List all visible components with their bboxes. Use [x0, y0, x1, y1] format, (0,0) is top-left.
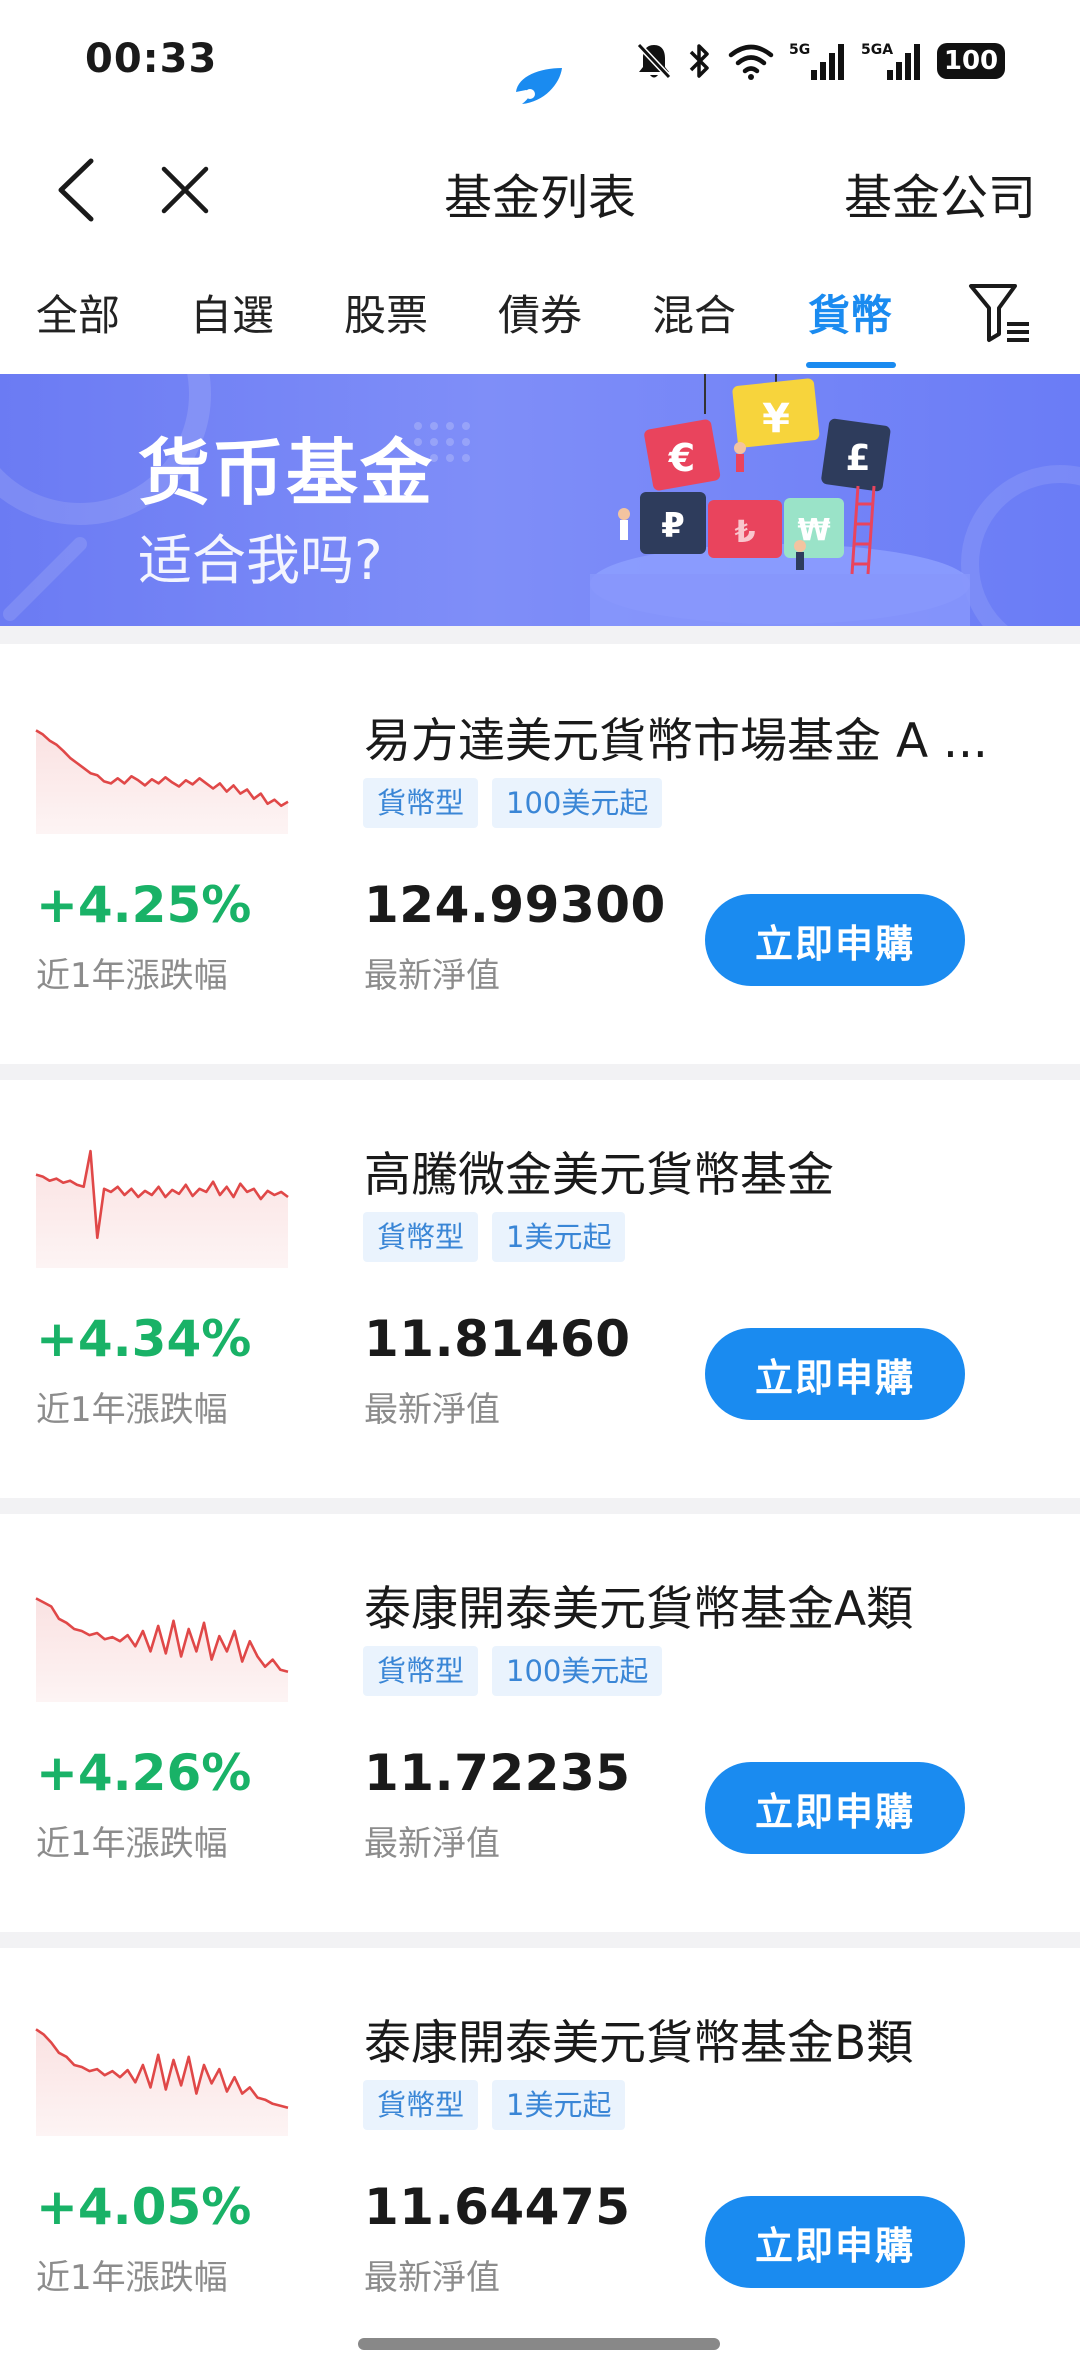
bluetooth-icon	[689, 44, 709, 78]
app-logo-icon	[516, 68, 562, 104]
fund-card[interactable]: 易方達美元貨幣市場基金 A ... 貨幣型 100美元起 +4.25% 近1年漲…	[0, 644, 1080, 1064]
fund-list-page: 00:33 5G 5GA 100 基金列表 基金公司 全部 自選 股票 債券 混…	[0, 0, 1080, 2373]
signal-5ga-icon: 5GA	[861, 42, 920, 80]
subscribe-button[interactable]: 立即申購	[705, 2196, 965, 2288]
tab-money-market[interactable]: 貨幣	[808, 282, 892, 352]
filter-icon[interactable]	[965, 278, 1035, 348]
promo-banner[interactable]: 货币基金 适合我吗? ¥ € £ ₽ ₺ ₩	[0, 374, 1080, 626]
fund-company-link[interactable]: 基金公司	[844, 158, 1036, 228]
fund-name: 泰康開泰美元貨幣基金A類	[364, 1582, 914, 1637]
subscribe-button[interactable]: 立即申購	[705, 894, 965, 986]
subscribe-button[interactable]: 立即申購	[705, 1762, 965, 1854]
fund-nav: 11.64475	[364, 2178, 631, 2236]
fund-return: +4.34%	[36, 1310, 252, 1368]
fund-nav-label: 最新淨值	[364, 1824, 500, 1864]
nav-bar: 基金列表 基金公司	[0, 130, 1080, 250]
fund-nav-label: 最新淨值	[364, 2258, 500, 2298]
fund-nav-label: 最新淨值	[364, 956, 500, 996]
fund-type-tag: 貨幣型	[363, 1212, 479, 1262]
fund-card[interactable]: 泰康開泰美元貨幣基金B類 貨幣型 1美元起 +4.05% 近1年漲跌幅 11.6…	[0, 1946, 1080, 2366]
banner-subtitle: 适合我吗?	[138, 529, 383, 592]
fund-return: +4.26%	[36, 1744, 252, 1802]
fund-return: +4.25%	[36, 876, 252, 934]
svg-text:₽: ₽	[661, 506, 685, 546]
status-bar: 00:33 5G 5GA 100	[0, 0, 1080, 120]
tab-watchlist[interactable]: 自選	[190, 282, 274, 352]
subscribe-button[interactable]: 立即申購	[705, 1328, 965, 1420]
active-tab-indicator	[806, 362, 896, 368]
battery-indicator: 100	[937, 43, 1005, 79]
fund-type-tag: 貨幣型	[363, 1646, 479, 1696]
min-investment-tag: 100美元起	[492, 778, 663, 828]
fund-sparkline	[35, 1597, 289, 1702]
fund-card[interactable]: 高騰微金美元貨幣基金 貨幣型 1美元起 +4.34% 近1年漲跌幅 11.814…	[0, 1078, 1080, 1498]
currency-puzzle-illustration: ¥ € £ ₽ ₺ ₩	[590, 374, 970, 626]
fund-nav-label: 最新淨值	[364, 1390, 500, 1430]
fund-nav: 124.99300	[364, 876, 666, 934]
signal-5g-icon: 5G	[789, 42, 844, 80]
fund-name: 泰康開泰美元貨幣基金B類	[364, 2016, 914, 2071]
min-investment-tag: 1美元起	[492, 2080, 626, 2130]
min-investment-tag: 1美元起	[492, 1212, 626, 1262]
svg-text:5G: 5G	[789, 42, 810, 58]
wifi-icon	[728, 44, 774, 80]
fund-card[interactable]: 泰康開泰美元貨幣基金A類 貨幣型 100美元起 +4.26% 近1年漲跌幅 11…	[0, 1512, 1080, 1932]
fund-tags: 貨幣型 100美元起	[363, 1646, 663, 1696]
fund-type-tag: 貨幣型	[363, 2080, 479, 2130]
fund-return-label: 近1年漲跌幅	[36, 1390, 228, 1430]
category-tabs: 全部 自選 股票 債券 混合 貨幣	[0, 262, 1080, 372]
fund-return-label: 近1年漲跌幅	[36, 1824, 228, 1864]
chevron-left-icon	[58, 158, 94, 222]
tab-bond[interactable]: 債券	[498, 282, 582, 352]
fund-sparkline	[35, 729, 289, 834]
tab-all[interactable]: 全部	[36, 282, 120, 352]
fund-nav: 11.81460	[364, 1310, 631, 1368]
fund-type-tag: 貨幣型	[363, 778, 479, 828]
close-button[interactable]	[145, 150, 225, 230]
section-divider	[0, 626, 1080, 644]
fund-return-label: 近1年漲跌幅	[36, 956, 228, 996]
fund-return-label: 近1年漲跌幅	[36, 2258, 228, 2298]
home-indicator[interactable]	[358, 2338, 720, 2350]
status-icons: 5G 5GA 100	[635, 36, 1005, 86]
svg-text:£: £	[845, 438, 870, 479]
fund-tags: 貨幣型 100美元起	[363, 778, 663, 828]
sparkline-area	[36, 730, 288, 834]
svg-text:¥: ¥	[762, 396, 790, 442]
svg-text:₺: ₺	[735, 515, 756, 550]
sparkline-area	[36, 2029, 288, 2136]
fund-name: 高騰微金美元貨幣基金	[364, 1148, 834, 1203]
status-time: 00:33	[85, 36, 218, 82]
fund-tags: 貨幣型 1美元起	[363, 1212, 626, 1262]
fund-tags: 貨幣型 1美元起	[363, 2080, 626, 2130]
close-icon	[161, 166, 209, 214]
tab-mixed[interactable]: 混合	[652, 282, 736, 352]
fund-nav: 11.72235	[364, 1744, 631, 1802]
sparkline-area	[36, 1598, 288, 1702]
sparkline-area	[36, 1151, 288, 1268]
back-button[interactable]	[40, 150, 110, 230]
fund-sparkline	[35, 1149, 289, 1268]
min-investment-tag: 100美元起	[492, 1646, 663, 1696]
tab-equity[interactable]: 股票	[344, 282, 428, 352]
svg-text:€: €	[668, 436, 695, 480]
fund-sparkline	[35, 2028, 289, 2136]
banner-title: 货币基金	[138, 431, 435, 515]
mute-bell-icon	[636, 42, 672, 80]
fund-name: 易方達美元貨幣市場基金 A ...	[364, 714, 988, 769]
svg-text:5GA: 5GA	[861, 42, 893, 58]
fund-return: +4.05%	[36, 2178, 252, 2236]
